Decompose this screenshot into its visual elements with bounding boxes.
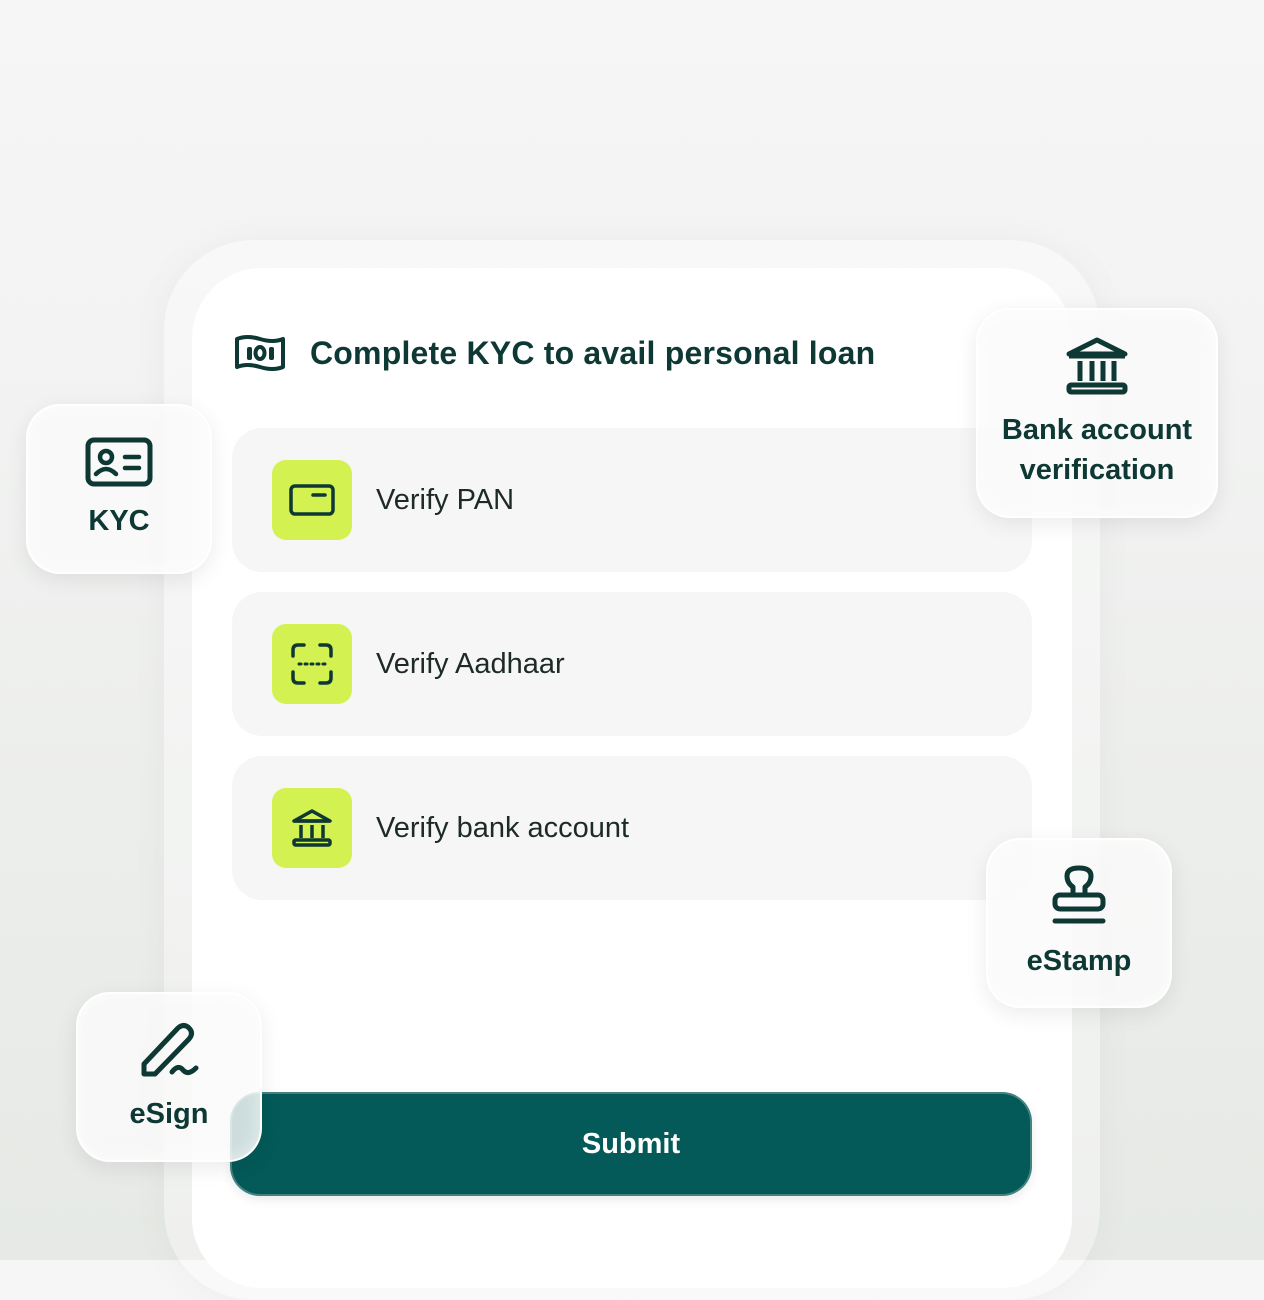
estamp-feature-card: eStamp <box>986 838 1172 1008</box>
pan-tile <box>272 460 352 540</box>
scan-frame-icon <box>291 643 333 685</box>
stamp-icon <box>1052 865 1106 924</box>
bank-tile <box>272 788 352 868</box>
kyc-card-label: KYC <box>88 505 150 537</box>
verify-bank-label: Verify bank account <box>376 811 630 844</box>
kyc-feature-card: KYC <box>26 404 212 574</box>
id-card-icon <box>85 437 153 487</box>
bank-verification-feature-card: Bank account verification <box>976 308 1218 518</box>
page-title: Complete KYC to avail personal loan <box>310 334 876 371</box>
verify-pan-label: Verify PAN <box>376 483 515 516</box>
submit-button[interactable]: Submit <box>230 1092 1032 1196</box>
verify-aadhaar-item[interactable]: Verify Aadhaar <box>232 592 1032 736</box>
pen-signature-icon <box>141 1023 199 1077</box>
bank-icon <box>292 809 332 847</box>
bank-icon <box>1066 337 1128 395</box>
verify-pan-item[interactable]: Verify PAN <box>232 428 1032 572</box>
esign-card-label: eSign <box>129 1098 209 1130</box>
aadhaar-tile <box>272 624 352 704</box>
estamp-card-label: eStamp <box>1026 945 1132 977</box>
esign-feature-card: eSign <box>76 992 262 1162</box>
pan-card-icon <box>289 484 335 516</box>
kyc-header: Complete KYC to avail personal loan <box>232 326 875 380</box>
bank-card-label-line2: verification <box>1019 454 1175 486</box>
verify-bank-item[interactable]: Verify bank account <box>232 756 1032 900</box>
bank-card-label-line1: Bank account <box>1001 414 1193 446</box>
cash-note-icon <box>235 335 285 371</box>
verify-aadhaar-label: Verify Aadhaar <box>376 647 565 680</box>
